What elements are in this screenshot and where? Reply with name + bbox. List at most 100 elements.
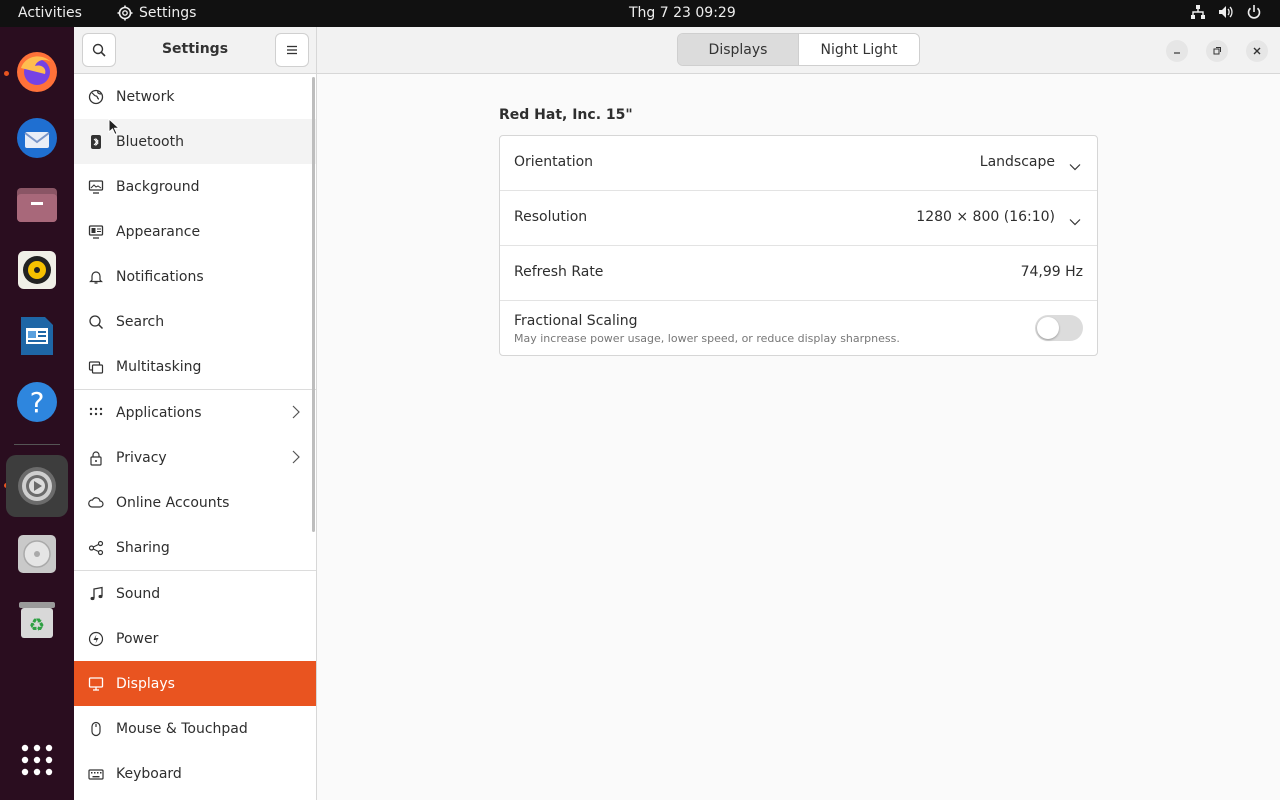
gear-icon xyxy=(117,5,133,21)
fractional-scaling-label: Fractional Scaling xyxy=(514,313,638,329)
sidebar-item-background[interactable]: Background xyxy=(74,164,316,209)
dock-trash[interactable]: ♻ xyxy=(10,593,64,647)
sidebar-item-displays[interactable]: Displays xyxy=(74,661,316,706)
resolution-label: Resolution xyxy=(514,209,588,225)
rhythmbox-icon xyxy=(18,251,56,289)
bell-icon xyxy=(87,268,105,286)
maximize-button[interactable] xyxy=(1206,40,1228,62)
resolution-value: 1280 × 800 (16:10) xyxy=(916,209,1055,225)
main-menu-button[interactable] xyxy=(275,33,309,67)
share-icon xyxy=(87,539,105,557)
chevron-down-icon xyxy=(1069,156,1081,175)
dock-firefox[interactable] xyxy=(10,45,64,99)
orientation-row[interactable]: Orientation Landscape xyxy=(500,136,1097,191)
sidebar-list: Network Bluetooth Background Appearance … xyxy=(74,74,316,796)
lock-icon xyxy=(87,449,105,467)
sidebar-item-label: Power xyxy=(116,630,159,647)
orientation-label: Orientation xyxy=(514,154,594,170)
dock-files[interactable] xyxy=(10,177,64,231)
activities-button[interactable]: Activities xyxy=(18,5,82,21)
sidebar-item-sound[interactable]: Sound xyxy=(74,571,316,616)
thunderbird-icon xyxy=(17,118,57,158)
sidebar-item-network[interactable]: Network xyxy=(74,74,316,119)
dock-separator xyxy=(14,444,60,445)
sidebar-scrollbar[interactable] xyxy=(312,77,315,532)
mouse-icon xyxy=(87,720,105,738)
resolution-row[interactable]: Resolution 1280 × 800 (16:10) xyxy=(500,191,1097,246)
sidebar-item-label: Notifications xyxy=(116,268,204,285)
dock-app-grid[interactable] xyxy=(10,733,64,787)
refresh-rate-value: 74,99 Hz xyxy=(1020,264,1083,280)
fractional-scaling-toggle[interactable] xyxy=(1035,315,1083,341)
chevron-down-icon xyxy=(1069,211,1081,230)
sidebar-item-sharing[interactable]: Sharing xyxy=(74,525,316,570)
sidebar-item-online-accounts[interactable]: Online Accounts xyxy=(74,480,316,525)
bluetooth-icon xyxy=(87,133,105,151)
toggle-knob xyxy=(1037,317,1059,339)
sidebar-item-notifications[interactable]: Notifications xyxy=(74,254,316,299)
dock-disc[interactable] xyxy=(10,527,64,581)
maximize-icon xyxy=(1213,47,1221,55)
close-button[interactable] xyxy=(1246,40,1268,62)
dock-rhythmbox[interactable] xyxy=(10,243,64,297)
sidebar-item-appearance[interactable]: Appearance xyxy=(74,209,316,254)
sidebar-item-label: Network xyxy=(116,88,175,105)
chevron-right-icon xyxy=(292,405,300,423)
tab-displays[interactable]: Displays xyxy=(678,34,798,65)
sidebar-item-mouse-touchpad[interactable]: Mouse & Touchpad xyxy=(74,706,316,751)
multitasking-icon xyxy=(87,358,105,376)
files-icon xyxy=(17,188,57,222)
sidebar-item-label: Displays xyxy=(116,675,175,692)
monitor-wallpaper-icon xyxy=(87,178,105,196)
chevron-right-icon xyxy=(292,450,300,468)
sidebar-item-label: Background xyxy=(116,178,200,195)
app-menu[interactable]: Settings xyxy=(117,5,196,21)
dock-help[interactable]: ? xyxy=(10,375,64,429)
settings-gear-icon xyxy=(18,467,56,505)
dock-writer[interactable] xyxy=(10,309,64,363)
system-tray[interactable] xyxy=(1190,4,1262,20)
trash-icon: ♻ xyxy=(19,602,55,638)
display-name-heading: Red Hat, Inc. 15" xyxy=(499,107,633,123)
sidebar-item-applications[interactable]: Applications xyxy=(74,390,316,435)
sidebar-item-label: Applications xyxy=(116,404,202,421)
settings-window: Settings Network Bluetooth Background Ap… xyxy=(74,27,1280,800)
help-icon: ? xyxy=(17,382,57,422)
sidebar-item-power[interactable]: Power xyxy=(74,616,316,661)
power-icon xyxy=(87,630,105,648)
clock[interactable]: Thg 7 23 09:29 xyxy=(629,5,736,21)
sidebar-item-label: Online Accounts xyxy=(116,494,230,511)
dock-thunderbird[interactable] xyxy=(10,111,64,165)
tab-night-light[interactable]: Night Light xyxy=(798,34,919,65)
cloud-icon xyxy=(87,494,105,512)
dock-settings[interactable] xyxy=(6,455,68,517)
fractional-scaling-row: Fractional Scaling May increase power us… xyxy=(500,301,1097,355)
sidebar-item-label: Bluetooth xyxy=(116,133,184,150)
power-icon xyxy=(1246,4,1262,20)
sidebar-item-search[interactable]: Search xyxy=(74,299,316,344)
music-note-icon xyxy=(87,585,105,603)
sidebar-item-label: Multitasking xyxy=(116,358,202,375)
optical-disc-icon xyxy=(18,535,56,573)
top-bar: Activities Settings Thg 7 23 09:29 xyxy=(0,0,1280,27)
apps-grid-icon xyxy=(87,404,105,422)
running-indicator xyxy=(4,71,9,76)
firefox-icon xyxy=(17,52,57,92)
sidebar-item-multitasking[interactable]: Multitasking xyxy=(74,344,316,389)
sidebar-item-label: Search xyxy=(116,313,165,330)
minimize-button[interactable] xyxy=(1166,40,1188,62)
hamburger-menu-icon xyxy=(287,45,297,55)
sidebar-item-privacy[interactable]: Privacy xyxy=(74,435,316,480)
svg-text:♻: ♻ xyxy=(29,615,45,636)
sidebar-item-keyboard[interactable]: Keyboard xyxy=(74,751,316,796)
sidebar-item-label: Sound xyxy=(116,585,161,602)
svg-text:?: ? xyxy=(30,386,45,419)
close-icon xyxy=(1253,47,1261,55)
refresh-rate-label: Refresh Rate xyxy=(514,264,604,280)
sidebar-header: Settings xyxy=(74,27,316,74)
sidebar-item-label: Appearance xyxy=(116,223,201,240)
libreoffice-writer-icon xyxy=(21,317,53,355)
main-header-bar: Displays Night Light xyxy=(317,27,1280,74)
minimize-icon xyxy=(1174,52,1180,54)
refresh-rate-row[interactable]: Refresh Rate 74,99 Hz xyxy=(500,246,1097,301)
